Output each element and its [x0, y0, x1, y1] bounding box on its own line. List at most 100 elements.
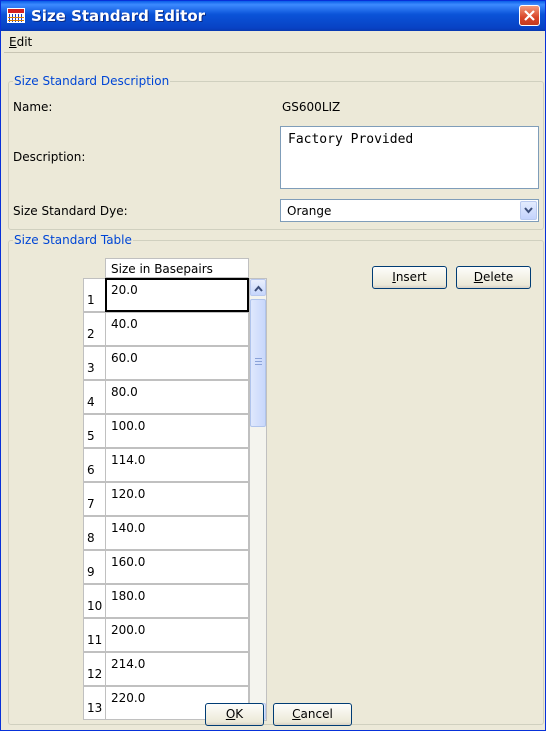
row-number-text: 10	[87, 599, 103, 613]
menu-edit-label: dit	[16, 35, 33, 49]
cell-value: 60.0	[111, 351, 138, 365]
table-row[interactable]: 8 140.0	[83, 516, 249, 550]
table-row[interactable]: 12 214.0	[83, 652, 249, 686]
ladder-app-icon	[7, 8, 25, 23]
table-cell[interactable]: 80.0	[105, 380, 249, 414]
table-cell[interactable]: 160.0	[105, 550, 249, 584]
insert-label: nsert	[395, 270, 427, 284]
cancel-mnemonic: C	[292, 707, 301, 721]
row-number: 2	[83, 312, 105, 346]
row-number: 11	[83, 618, 105, 652]
row-number-text: 5	[87, 429, 95, 443]
row-number-text: 4	[87, 395, 95, 409]
scroll-thumb[interactable]	[250, 299, 266, 427]
table-group-legend: Size Standard Table	[13, 233, 133, 247]
description-value: Factory Provided	[288, 132, 414, 147]
table-row[interactable]: 10 180.0	[83, 584, 249, 618]
menu-edit-mnemonic: E	[9, 35, 17, 49]
scroll-up-button[interactable]	[250, 279, 266, 296]
ok-button[interactable]: OK	[205, 703, 264, 726]
row-number: 3	[83, 346, 105, 380]
table-row[interactable]: 7 120.0	[83, 482, 249, 516]
table-row[interactable]: 6 114.0	[83, 448, 249, 482]
cell-value: 114.0	[111, 453, 146, 467]
ok-mnemonic: O	[225, 707, 236, 721]
table-row[interactable]: 3 60.0	[83, 346, 249, 380]
cell-value: 120.0	[111, 487, 146, 501]
row-number: 6	[83, 448, 105, 482]
table-row[interactable]: 11 200.0	[83, 618, 249, 652]
description-label: Description:	[13, 150, 86, 164]
table-cell[interactable]: 214.0	[105, 652, 249, 686]
name-value: GS600LIZ	[282, 100, 341, 114]
table-cell[interactable]: 40.0	[105, 312, 249, 346]
row-number-text: 11	[87, 633, 103, 647]
row-number: 7	[83, 482, 105, 516]
cell-value: 40.0	[111, 317, 138, 331]
description-group-legend: Size Standard Description	[13, 74, 171, 88]
table-cell[interactable]: 100.0	[105, 414, 249, 448]
cell-value: 160.0	[111, 555, 146, 569]
row-number: 8	[83, 516, 105, 550]
menu-edit[interactable]: Edit	[9, 35, 32, 49]
cell-value: 100.0	[111, 419, 146, 433]
cell-value: 180.0	[111, 589, 146, 603]
table-cell[interactable]: 180.0	[105, 584, 249, 618]
cell-value: 220.0	[111, 691, 146, 705]
row-number: 13	[83, 686, 105, 720]
grip-icon	[255, 358, 262, 365]
table-row[interactable]: 2 40.0	[83, 312, 249, 346]
row-number-text: 1	[87, 293, 95, 307]
column-header-label: Size in Basepairs	[111, 262, 213, 276]
row-number-text: 2	[87, 327, 95, 341]
window-title: Size Standard Editor	[31, 7, 206, 25]
delete-button[interactable]: Delete	[456, 266, 531, 289]
table-cell[interactable]: 120.0	[105, 482, 249, 516]
table-row[interactable]: 5 100.0	[83, 414, 249, 448]
row-number-text: 7	[87, 497, 95, 511]
cell-value: 80.0	[111, 385, 138, 399]
column-header-size[interactable]: Size in Basepairs	[105, 258, 249, 278]
chevron-down-icon	[524, 207, 533, 214]
row-number: 1	[83, 278, 105, 312]
description-field[interactable]: Factory Provided	[280, 126, 539, 189]
row-number: 5	[83, 414, 105, 448]
row-number-text: 9	[87, 565, 95, 579]
table-cell[interactable]: 140.0	[105, 516, 249, 550]
row-number-text: 6	[87, 463, 95, 477]
row-number-text: 3	[87, 361, 95, 375]
table-cell[interactable]: 60.0	[105, 346, 249, 380]
name-label: Name:	[13, 100, 53, 114]
close-button[interactable]	[519, 5, 540, 26]
cell-value: 140.0	[111, 521, 146, 535]
cell-value: 214.0	[111, 657, 146, 671]
dye-label: Size Standard Dye:	[13, 204, 128, 218]
menu-bar: Edit	[4, 32, 542, 53]
row-number: 10	[83, 584, 105, 618]
dye-dropdown-button[interactable]	[520, 201, 537, 220]
delete-label: elete	[483, 270, 514, 284]
title-bar[interactable]: Size Standard Editor	[1, 1, 545, 31]
size-standard-editor-window: Size Standard Editor Edit Size Standard …	[0, 0, 546, 731]
close-icon	[524, 10, 535, 21]
table-cell[interactable]: 200.0	[105, 618, 249, 652]
row-number: 4	[83, 380, 105, 414]
row-number: 9	[83, 550, 105, 584]
table-row[interactable]: 4 80.0	[83, 380, 249, 414]
row-number-text: 12	[87, 667, 103, 681]
delete-mnemonic: D	[473, 270, 484, 284]
insert-button[interactable]: Insert	[372, 266, 447, 289]
table-cell[interactable]: 114.0	[105, 448, 249, 482]
cancel-button[interactable]: Cancel	[273, 703, 352, 726]
cell-value: 200.0	[111, 623, 146, 637]
row-number: 12	[83, 652, 105, 686]
table-row[interactable]: 9 160.0	[83, 550, 249, 584]
dye-select[interactable]: Orange	[280, 199, 539, 222]
chevron-up-icon	[254, 285, 263, 292]
row-number-text: 13	[87, 701, 103, 715]
row-number-text: 8	[87, 531, 95, 545]
table-cell-selected[interactable]: 20.0	[105, 278, 249, 312]
dye-value: Orange	[287, 204, 332, 218]
table-row[interactable]: 1 20.0	[83, 278, 249, 312]
table-vertical-scrollbar[interactable]	[249, 278, 267, 721]
